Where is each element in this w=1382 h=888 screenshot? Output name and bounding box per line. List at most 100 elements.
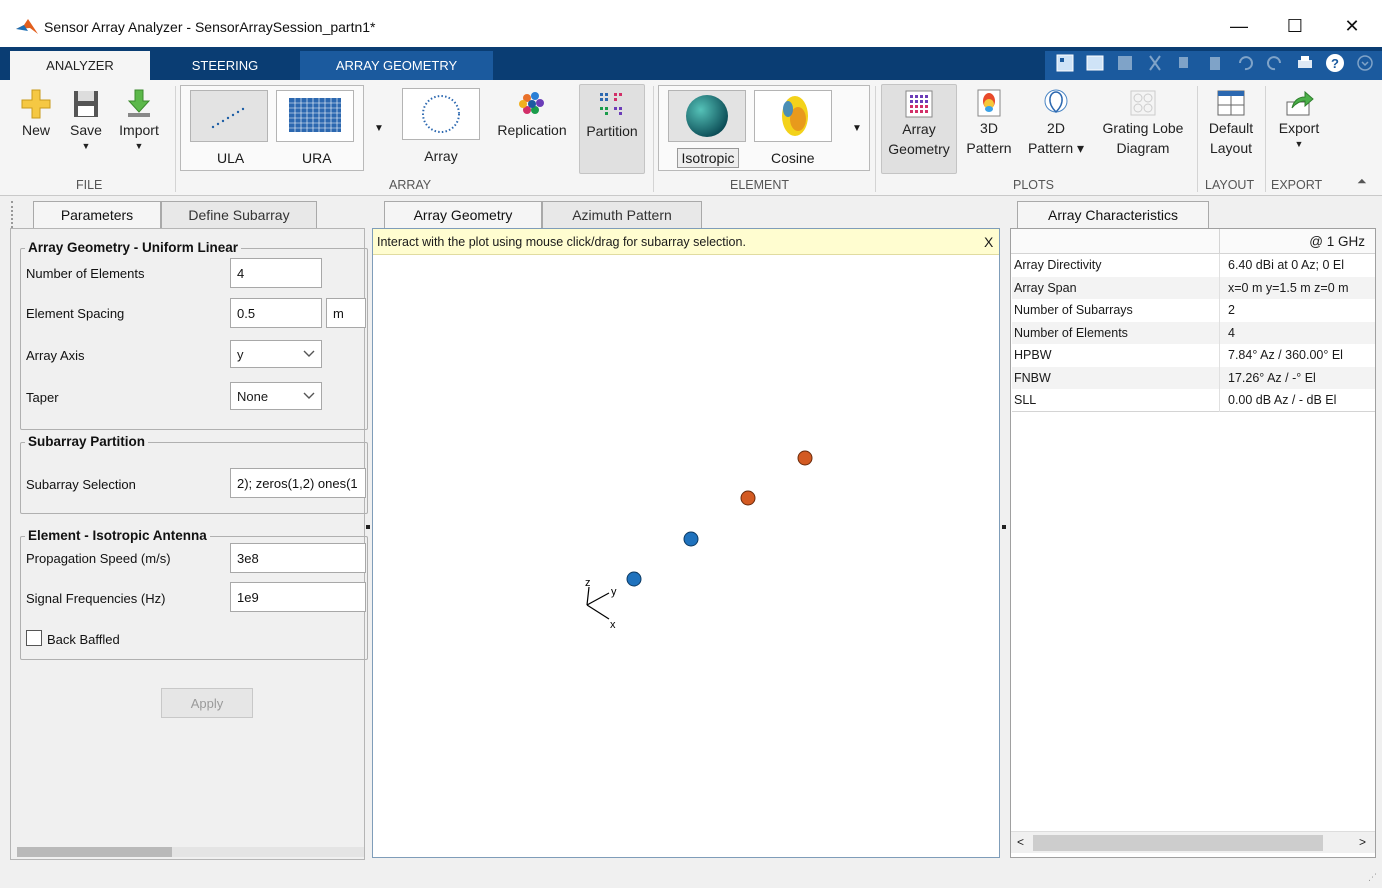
chevron-down-icon: ▼ [1294,139,1304,149]
ura-grid-icon [289,98,341,132]
tab-define-subarray[interactable]: Define Subarray [161,201,317,228]
tab-parameters[interactable]: Parameters [33,201,161,228]
ura-gallery-item[interactable] [276,90,354,142]
ribbon-tab-strip: ANALYZER STEERING ARRAY GEOMETRY ? [0,47,1382,80]
array-element-3[interactable] [740,490,756,506]
num-elements-field[interactable]: 4 [230,258,322,288]
import-arrow-icon [127,89,151,117]
tab-analyzer[interactable]: ANALYZER [10,51,150,80]
options-icon[interactable] [1355,53,1375,73]
tab-array-geometry-plot[interactable]: Array Geometry [384,201,542,228]
row-value: 0.00 dB Az / - dB El [1228,392,1337,407]
scroll-left-icon[interactable]: < [1017,835,1024,849]
chevron-down-icon [303,350,315,357]
subarray-selection-field[interactable]: 2); zeros(1,2) ones(1 [230,468,366,498]
partition-button[interactable]: Partition [579,84,645,174]
chevron-down-icon: ▼ [81,141,91,151]
replication-button[interactable]: Replication [494,88,570,140]
propagation-speed-field[interactable]: 3e8 [230,543,366,573]
2d-pattern-button[interactable]: 2D Pattern ▾ [1023,88,1089,158]
array-button[interactable]: Array [398,88,484,166]
subarray-selection-label: Subarray Selection [26,477,136,492]
export-group-label: EXPORT [1271,178,1323,192]
paste-icon[interactable] [1205,53,1225,73]
scrollbar-thumb[interactable] [17,847,172,857]
element-spacing-field[interactable]: 0.5 [230,298,322,328]
3d-pattern-button[interactable]: 3D Pattern [961,88,1017,158]
array-element-1[interactable] [626,571,642,587]
cut-icon[interactable] [1145,53,1165,73]
array-geometry-plot-button[interactable]: Array Geometry [881,84,957,174]
export-button[interactable]: Export ▼ [1272,88,1326,150]
tab-azimuth-pattern[interactable]: Azimuth Pattern [542,201,702,228]
axis-y-label: y [611,586,617,598]
taper-select[interactable]: None [230,382,322,410]
signal-frequencies-field[interactable]: 1e9 [230,582,366,612]
chevron-down-icon[interactable]: ▼ [846,85,868,171]
separator [1265,86,1266,192]
separator [1197,86,1198,192]
save-label: Save [70,122,102,138]
isotropic-gallery-item[interactable] [668,90,746,142]
export-arrow-icon [1286,90,1314,116]
close-button[interactable]: ✕ [1329,10,1375,42]
row-key: Number of Subarrays [1014,303,1133,318]
redo-icon[interactable] [1265,53,1285,73]
save-icon[interactable] [1115,53,1135,73]
chevron-down-icon [303,392,315,399]
cosine-gallery-item[interactable] [754,90,832,142]
scrollbar-thumb[interactable] [1033,835,1323,851]
isotropic-sphere-icon [686,95,728,137]
spacing-unit-select[interactable]: m [326,298,366,328]
ula-gallery-item[interactable] [190,90,268,142]
tab-steering[interactable]: STEERING [160,51,290,80]
undo-icon[interactable] [1235,53,1255,73]
splitter-handle[interactable] [1002,525,1006,529]
array-geometry-plot[interactable]: z y x [373,229,999,857]
scroll-right-icon[interactable]: > [1359,835,1366,849]
array-element-4[interactable] [797,450,813,466]
tab-array-geometry[interactable]: ARRAY GEOMETRY [300,51,493,80]
cosine-label: Cosine [771,150,815,166]
replication-label: Replication [497,122,567,138]
window-icon[interactable] [1085,53,1105,73]
horizontal-scrollbar[interactable]: < > [1011,831,1375,853]
help-icon[interactable]: ? [1325,53,1345,73]
horizontal-scrollbar[interactable] [17,847,364,857]
array-group-label: ARRAY [389,178,432,192]
default-layout-button[interactable]: Default Layout [1203,88,1259,158]
array-axis-select[interactable]: y [230,340,322,368]
copy-icon[interactable] [1175,53,1195,73]
separator [653,86,654,192]
chevron-down-icon[interactable]: ▼ [368,85,390,171]
apply-button[interactable]: Apply [161,688,253,718]
new-button[interactable]: New [16,88,56,140]
ribbon: New Save ▼ Import ▼ FILE ULA URA ▼ Array… [0,80,1382,196]
plot-area[interactable]: Interact with the plot using mouse click… [372,228,1000,858]
row-key: SLL [1014,392,1037,407]
grating-lobe-diagram-button[interactable]: Grating Lobe Diagram [1096,88,1190,158]
collapse-ribbon-icon[interactable]: ⏶ [1357,174,1367,189]
splitter-handle[interactable] [366,525,370,529]
num-elements-label: Number of Elements [26,266,145,281]
save-button[interactable]: Save ▼ [66,88,106,152]
back-baffled-checkbox[interactable] [26,630,42,646]
maximize-button[interactable]: ☐ [1272,10,1318,42]
array-element-2[interactable] [683,531,699,547]
print-icon[interactable] [1295,53,1315,73]
array-axis-value: y [237,346,244,362]
table-row: Array Directivity 6.40 dBi at 0 Az; 0 El [1012,254,1375,277]
partition-label: Partition [586,123,638,139]
import-button[interactable]: Import ▼ [114,88,164,152]
tab-array-characteristics[interactable]: Array Characteristics [1017,201,1209,228]
2d-pattern-icon [1044,89,1068,114]
table-row: Number of Elements 4 [1012,321,1375,344]
partition-icon [600,93,622,115]
replication-icon [519,92,544,114]
circular-array-icon [402,88,480,140]
minimize-button[interactable]: — [1216,10,1262,42]
resize-grip-icon[interactable]: ⋰ [1368,872,1377,883]
layout-icon[interactable] [1055,53,1075,73]
plots-group-label: PLOTS [1013,178,1054,192]
3d-pattern-icon [977,89,1001,117]
